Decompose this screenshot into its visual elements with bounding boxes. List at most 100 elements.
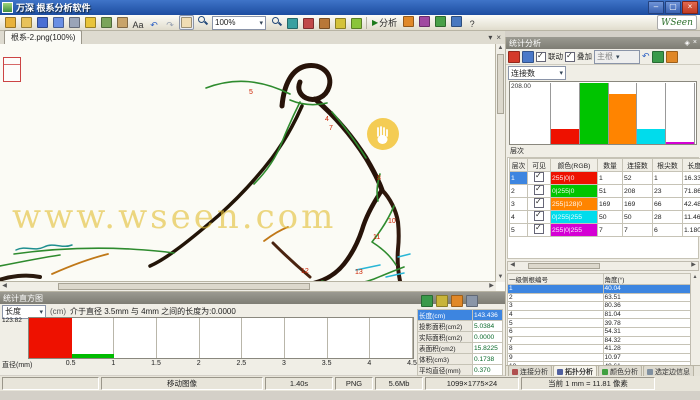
scroll-left-icon[interactable]: ◀: [0, 282, 9, 291]
visible-checkbox[interactable]: [534, 211, 544, 221]
overlay-checkbox[interactable]: [565, 52, 575, 62]
summary-label: 体积(cm3): [418, 354, 473, 365]
scroll-right-icon[interactable]: ▶: [487, 282, 496, 291]
angle-table-row[interactable]: 539.78: [508, 319, 693, 328]
summary-row[interactable]: 表面积(cm2)15.8225: [418, 343, 503, 354]
batch-icon[interactable]: [417, 14, 432, 29]
zoom-tool-icon[interactable]: [195, 13, 210, 28]
metric-combo[interactable]: 连接数: [508, 66, 566, 80]
orange-root: [52, 254, 108, 274]
visible-checkbox[interactable]: [534, 224, 544, 234]
zoom-level-combo[interactable]: 100%: [212, 16, 266, 30]
chart-icon[interactable]: [401, 14, 416, 29]
angle-table-row[interactable]: 481.04: [508, 310, 693, 319]
undo-icon[interactable]: ↶: [642, 51, 650, 62]
root-type-combo[interactable]: 主根: [594, 50, 640, 64]
level-table-row[interactable]: 3255|128|01691696642.4885: [510, 198, 700, 211]
canvas-vertical-scrollbar[interactable]: ▲ ▼: [495, 44, 505, 282]
scroll-left-icon[interactable]: ◀: [508, 261, 517, 270]
histogram-chart: 123.82 直径(mm) 0.511.522.533.544.5: [0, 317, 414, 373]
shape-icon[interactable]: [349, 16, 364, 31]
stats-analysis-panel: 统计分析 ◈ × 联动 叠加 主根 ↶ 连接数 208.00 层次: [505, 37, 700, 378]
angle-cell: 4: [508, 310, 604, 319]
save-icon[interactable]: [35, 15, 50, 30]
visible-checkbox[interactable]: [534, 185, 544, 195]
status-segment: 1099×1775×24: [425, 377, 519, 390]
level-table-row[interactable]: 20|255|0512082371.8669: [510, 185, 700, 198]
save-data-icon[interactable]: [436, 295, 448, 307]
scroll-up-icon[interactable]: ▴: [691, 273, 699, 280]
level-table-row[interactable]: 1255|0|0152116.3388: [510, 172, 700, 185]
level-table-row[interactable]: 40|255|25550502811.4615: [510, 211, 700, 224]
chart-export-icon[interactable]: [666, 51, 678, 63]
help-icon-glyph: ?: [470, 20, 475, 29]
marker-icon[interactable]: [333, 16, 348, 31]
canvas-horizontal-scrollbar[interactable]: ◀ ▶: [0, 281, 496, 291]
panel-horizontal-scrollbar[interactable]: ◀ ▶: [507, 261, 699, 271]
help-icon[interactable]: ?: [465, 17, 480, 32]
navigator-rect[interactable]: [3, 57, 21, 82]
eyedropper-icon[interactable]: [285, 16, 300, 31]
vscroll-thumb[interactable]: [497, 54, 504, 114]
level-bar-chart: 208.00: [509, 81, 697, 145]
angle-table-row[interactable]: 140.04: [508, 285, 693, 294]
hscroll-thumb[interactable]: [58, 283, 310, 290]
folder-add-icon[interactable]: [19, 15, 34, 30]
panel-close-icon[interactable]: ×: [693, 39, 697, 47]
close-button[interactable]: ×: [682, 1, 698, 14]
angle-table-row[interactable]: 380.36: [508, 302, 693, 311]
scroll-up-icon[interactable]: ▲: [496, 44, 505, 53]
open-icon[interactable]: [3, 15, 18, 30]
edit-pen-icon[interactable]: [83, 15, 98, 30]
paste-icon[interactable]: [115, 15, 130, 30]
panel-hscroll-thumb[interactable]: [528, 263, 600, 269]
visible-checkbox[interactable]: [534, 172, 544, 182]
image-document-tab[interactable]: 根系-2.png(100%): [4, 30, 82, 44]
excel-export-icon[interactable]: [652, 51, 664, 63]
ruler-icon[interactable]: [317, 16, 332, 31]
angle-table-row[interactable]: 654.31: [508, 327, 693, 336]
scroll-right-icon[interactable]: ▶: [689, 261, 698, 270]
pan-tool-icon[interactable]: [179, 15, 194, 30]
excel-export-icon[interactable]: [421, 295, 433, 307]
report-icon[interactable]: [508, 51, 520, 63]
analyze-button[interactable]: ▶ 分析: [369, 15, 400, 30]
level-cell: 2: [510, 185, 528, 198]
chart-icon[interactable]: [451, 295, 463, 307]
summary-row[interactable]: 长度(cm)143.436: [418, 310, 503, 321]
grid-icon[interactable]: [449, 14, 464, 29]
scroll-down-icon[interactable]: ▼: [496, 273, 505, 282]
application-window: 万深 根系分析软件 – ▢ × Aa↶↷ 100% ▶ 分析 ? WSeen 根…: [0, 0, 700, 400]
topology-icon[interactable]: [522, 51, 534, 63]
zoom-in-icon[interactable]: [269, 14, 284, 29]
tree-icon[interactable]: [433, 14, 448, 29]
redo-icon-glyph: ↷: [166, 21, 174, 30]
tab-close-icon[interactable]: ×: [496, 33, 501, 42]
level-table-row[interactable]: 5255|0|2557761.1805: [510, 224, 700, 237]
pin-icon[interactable]: ◈: [685, 39, 690, 47]
summary-row[interactable]: 体积(cm3)0.1738: [418, 354, 503, 365]
summary-row[interactable]: 投影面积(cm2)5.0384: [418, 321, 503, 332]
tab-menu-icon[interactable]: ▾: [488, 33, 492, 42]
minimize-button[interactable]: –: [648, 1, 664, 14]
export-icon[interactable]: [99, 15, 114, 30]
summary-row[interactable]: 平均直径(mm)0.370: [418, 365, 503, 376]
xaxis-tick: 4: [367, 360, 371, 367]
print-icon[interactable]: [67, 15, 82, 30]
length-cell: 16.3388: [683, 172, 700, 185]
angle-table-row[interactable]: 263.51: [508, 293, 693, 302]
image-canvas[interactable]: www.wseen.com 547810111213 ▲ ▼ ◀ ▶: [0, 44, 505, 291]
linkage-checkbox[interactable]: [536, 52, 546, 62]
angle-table-row[interactable]: 910.97: [508, 353, 693, 362]
summary-row[interactable]: 实际面积(cm2)0.0000: [418, 332, 503, 343]
angle-table-row[interactable]: 841.28: [508, 345, 693, 354]
visible-cell: [528, 224, 551, 237]
angle-table-row[interactable]: 784.32: [508, 336, 693, 345]
maximize-button[interactable]: ▢: [665, 1, 681, 14]
settings-gear-icon[interactable]: [466, 295, 478, 307]
save-all-icon[interactable]: [51, 15, 66, 30]
count-cell: 1: [598, 172, 623, 185]
measure-icon[interactable]: [301, 16, 316, 31]
status-segment: PNG: [335, 377, 373, 390]
visible-checkbox[interactable]: [534, 198, 544, 208]
